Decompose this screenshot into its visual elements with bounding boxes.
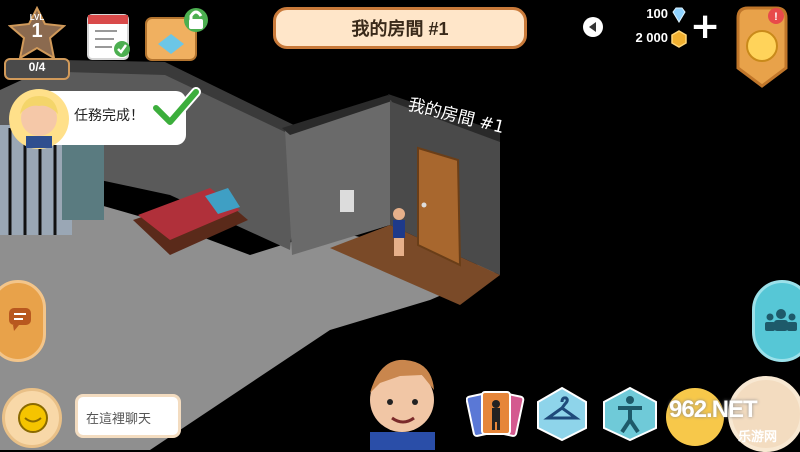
avatar-eye-right	[412, 399, 418, 405]
player-legs	[394, 238, 404, 256]
friends-button[interactable]	[752, 280, 800, 362]
chat-bubble-icon	[9, 308, 31, 331]
light-switch[interactable]	[340, 190, 354, 212]
gem-count: 100	[646, 6, 668, 21]
emoji-chat-button[interactable]	[2, 388, 62, 448]
room-scene	[0, 60, 500, 450]
pose-button[interactable]	[600, 386, 660, 442]
room-edit-button[interactable]	[144, 6, 210, 62]
quest-complete-text: 任務完成！	[74, 108, 144, 124]
quest-giver-face-icon	[9, 89, 69, 149]
calendar-checklist-icon	[87, 14, 130, 60]
quest-giver-avatar[interactable]	[8, 88, 70, 150]
rewards-button[interactable]: !	[734, 4, 790, 88]
cards-button[interactable]	[465, 386, 526, 442]
gem-icon	[672, 7, 686, 23]
chat-input[interactable]: 在這裡聊天	[75, 394, 181, 438]
chat-panel-button[interactable]	[0, 280, 46, 362]
back-arrow-icon	[589, 22, 596, 32]
hanger-icon	[537, 386, 587, 442]
plus-icon[interactable]: +	[690, 9, 720, 46]
medal-icon: !	[736, 6, 788, 88]
level-number: 1	[31, 20, 43, 42]
quest-list-button[interactable]	[84, 9, 132, 61]
chat-emoji-icon	[18, 403, 48, 433]
coin-count: 2 000	[635, 30, 668, 45]
check-icon	[151, 87, 201, 127]
avatar-shirt	[370, 432, 435, 450]
outfit-button[interactable]	[534, 386, 590, 442]
player-head[interactable]	[393, 208, 405, 220]
avatar-eye-left	[387, 399, 393, 405]
svg-text:!: !	[774, 11, 778, 23]
room-title[interactable]: 我的房間 #1	[273, 7, 527, 49]
watermark-main: 962.NET	[669, 396, 758, 423]
cards-icon	[465, 391, 525, 437]
level-progress-text: 0/4	[28, 60, 46, 74]
player-body[interactable]	[393, 220, 405, 238]
pose-icon	[603, 386, 657, 442]
friends-icon	[765, 309, 797, 331]
coin-icon	[671, 30, 687, 48]
back-button[interactable]	[583, 17, 603, 37]
room-edit-icon	[145, 8, 208, 61]
door-handle	[421, 202, 427, 208]
watermark-sub: 乐游网	[738, 430, 778, 445]
